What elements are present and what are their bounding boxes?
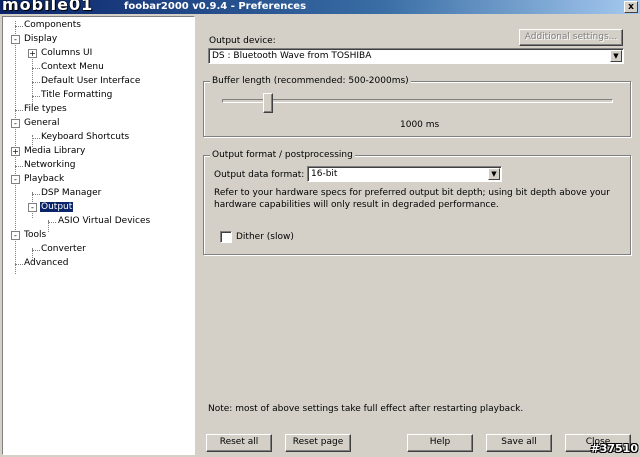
tree-item-title-formatting[interactable]: Title Formatting bbox=[40, 89, 113, 102]
tree-item-output[interactable]: Output bbox=[38, 201, 75, 214]
tree-line bbox=[32, 96, 40, 97]
tree-item-tools[interactable]: Tools bbox=[23, 229, 47, 242]
collapse-icon[interactable]: - bbox=[11, 35, 20, 44]
dropdown-arrow-icon[interactable]: ▼ bbox=[488, 168, 500, 180]
reset-page-button[interactable]: Reset page bbox=[285, 434, 351, 452]
tree-item-label: Media Library bbox=[24, 146, 86, 156]
collapse-icon[interactable]: - bbox=[11, 231, 20, 240]
expand-icon[interactable]: + bbox=[11, 147, 20, 156]
tree-line bbox=[32, 82, 40, 83]
tree-item-label: General bbox=[24, 118, 60, 128]
tree-item-label: Columns UI bbox=[41, 48, 93, 58]
tree-item-label: Display bbox=[24, 34, 58, 44]
tree-item-label: Components bbox=[24, 20, 81, 30]
restart-note: Note: most of above settings take full e… bbox=[208, 404, 524, 414]
tree-item-advanced[interactable]: Advanced bbox=[23, 257, 69, 270]
tree-item-label: Default User Interface bbox=[41, 76, 141, 86]
tree-item-context-menu[interactable]: Context Menu bbox=[40, 61, 105, 74]
expand-icon[interactable]: + bbox=[28, 49, 37, 58]
tree-line bbox=[32, 250, 40, 251]
tree-item-label: Tools bbox=[24, 230, 47, 240]
output-format-value: 16-bit bbox=[311, 169, 338, 179]
close-window-button[interactable]: x bbox=[624, 1, 638, 13]
buffer-length-title: Buffer length (recommended: 500-2000ms) bbox=[210, 75, 411, 87]
tree-item-columns-ui[interactable]: Columns UI bbox=[40, 47, 93, 60]
tree-item-label: Keyboard Shortcuts bbox=[41, 132, 130, 142]
dither-label[interactable]: Dither (slow) bbox=[236, 232, 294, 242]
tree-line bbox=[32, 194, 40, 195]
tree-item-default-user-interface[interactable]: Default User Interface bbox=[40, 75, 141, 88]
output-device-select[interactable]: DS : Bluetooth Wave from TOSHIBA ▼ bbox=[208, 48, 624, 64]
tree-line bbox=[15, 110, 23, 111]
tree-item-label: DSP Manager bbox=[41, 188, 102, 198]
collapse-icon[interactable]: - bbox=[28, 203, 37, 212]
tree-item-label: Networking bbox=[24, 160, 76, 170]
tree-item-asio-virtual-devices[interactable]: ASIO Virtual Devices bbox=[57, 215, 151, 228]
output-format-label: Output data format: bbox=[214, 170, 305, 180]
output-device-value: DS : Bluetooth Wave from TOSHIBA bbox=[212, 51, 372, 61]
collapse-icon[interactable]: - bbox=[11, 119, 20, 128]
reset-all-button[interactable]: Reset all bbox=[206, 434, 272, 452]
tree-item-label: Context Menu bbox=[41, 62, 104, 72]
output-device-label: Output device: bbox=[209, 36, 276, 46]
tree-item-general[interactable]: General bbox=[23, 117, 60, 130]
dropdown-arrow-icon[interactable]: ▼ bbox=[610, 50, 622, 62]
tree-line bbox=[15, 26, 23, 27]
tree-item-label: Playback bbox=[24, 174, 65, 184]
tree-item-media-library[interactable]: Media Library bbox=[23, 145, 86, 158]
tree-line bbox=[32, 68, 40, 69]
tree-line bbox=[48, 222, 56, 223]
output-format-select[interactable]: 16-bit ▼ bbox=[307, 166, 502, 182]
buffer-value: 1000 ms bbox=[400, 120, 440, 130]
tree-item-label: Output bbox=[38, 201, 75, 213]
preferences-tree[interactable]: Components Display - Columns UI + Contex… bbox=[2, 16, 195, 455]
tree-item-label: ASIO Virtual Devices bbox=[58, 216, 151, 226]
tree-item-label: Converter bbox=[41, 244, 86, 254]
dither-checkbox[interactable] bbox=[220, 231, 232, 243]
collapse-icon[interactable]: - bbox=[11, 175, 20, 184]
watermark-logo: mobile01 bbox=[2, 0, 94, 14]
tree-line bbox=[32, 138, 40, 139]
tree-item-label: File types bbox=[24, 104, 67, 114]
tree-item-networking[interactable]: Networking bbox=[23, 159, 77, 172]
corner-watermark: #37510 bbox=[590, 442, 639, 455]
tree-item-converter[interactable]: Converter bbox=[40, 243, 87, 256]
title-bar: mobile01 foobar2000 v0.9.4 - Preferences… bbox=[0, 0, 640, 14]
buffer-slider-thumb[interactable] bbox=[263, 93, 273, 113]
tree-line bbox=[15, 264, 23, 265]
save-all-button[interactable]: Save all bbox=[486, 434, 552, 452]
tree-item-components[interactable]: Components bbox=[23, 19, 82, 32]
buffer-slider-track[interactable] bbox=[222, 99, 613, 103]
tree-item-playback[interactable]: Playback bbox=[23, 173, 65, 186]
help-button[interactable]: Help bbox=[407, 434, 473, 452]
tree-item-label: Advanced bbox=[24, 258, 69, 268]
tree-item-label: Title Formatting bbox=[41, 90, 113, 100]
tree-line bbox=[15, 166, 23, 167]
additional-settings-button[interactable]: Additional settings... bbox=[519, 29, 623, 46]
tree-item-file-types[interactable]: File types bbox=[23, 103, 68, 116]
window-title: foobar2000 v0.9.4 - Preferences bbox=[124, 1, 307, 12]
bit-depth-hint: Refer to your hardware specs for preferr… bbox=[214, 188, 610, 210]
tree-item-keyboard-shortcuts[interactable]: Keyboard Shortcuts bbox=[40, 131, 130, 144]
tree-item-display[interactable]: Display bbox=[23, 33, 58, 46]
tree-item-dsp-manager[interactable]: DSP Manager bbox=[40, 187, 102, 200]
output-format-title: Output format / postprocessing bbox=[210, 149, 355, 161]
